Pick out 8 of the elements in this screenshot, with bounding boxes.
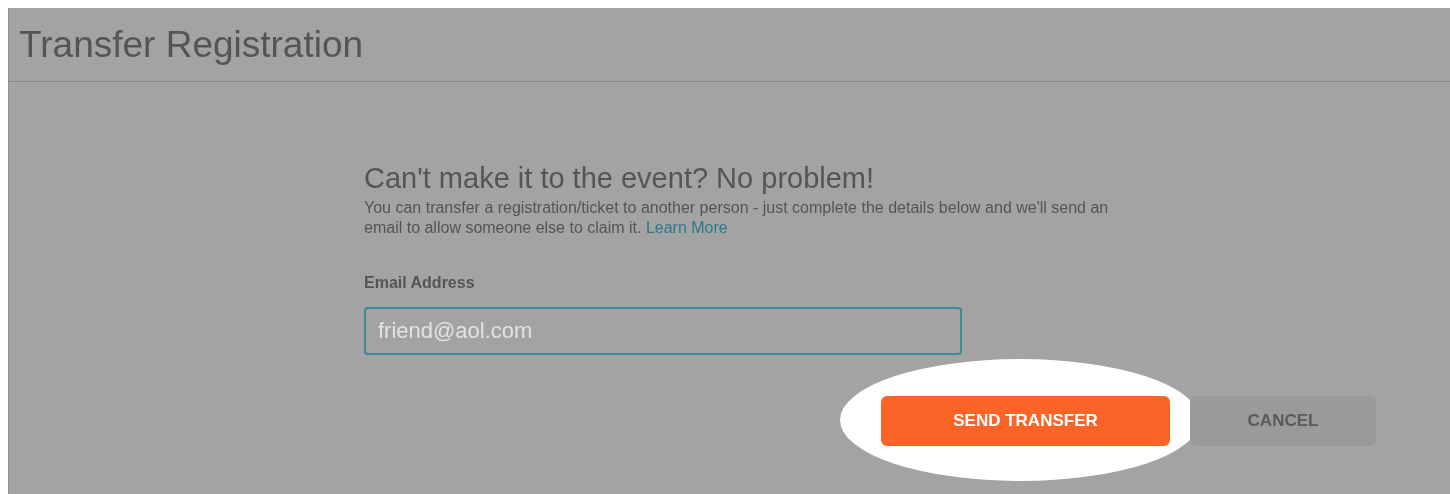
email-field[interactable]: friend@aol.com — [364, 307, 962, 355]
page-title: Transfer Registration — [19, 22, 364, 67]
cancel-button[interactable]: CANCEL — [1190, 396, 1376, 446]
email-label: Email Address — [364, 273, 476, 293]
intro-text: You can transfer a registration/ticket to another person - just complete the details below and we'll send an email to allow someone else to claim it. Learn More — [364, 198, 1110, 238]
send-transfer-button[interactable]: SEND TRANSFER — [881, 396, 1170, 446]
learn-more-link[interactable]: Learn More — [645, 219, 728, 236]
intro-heading: Can't make it to the event? No problem! — [364, 161, 876, 196]
